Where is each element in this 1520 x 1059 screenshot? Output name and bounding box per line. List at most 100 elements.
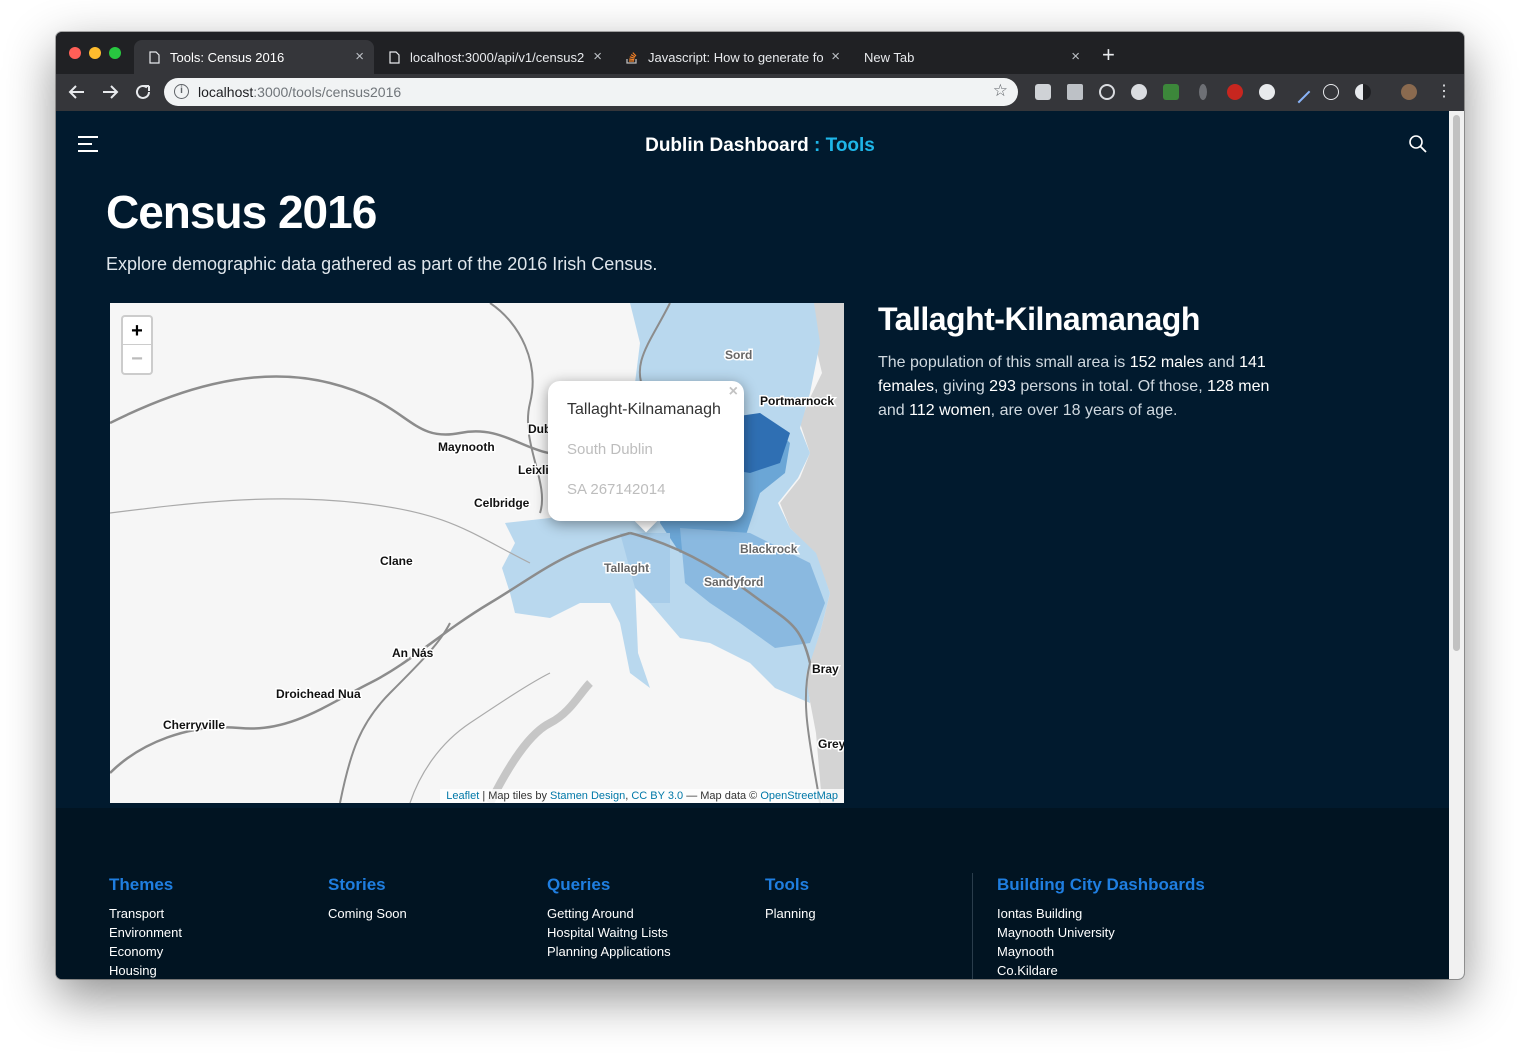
footer-link[interactable]: Planning: [765, 904, 816, 923]
footer-link[interactable]: Economy: [109, 942, 182, 961]
tab-title: Tools: Census 2016: [170, 49, 285, 65]
tab-javascript-question[interactable]: Javascript: How to generate fo ×: [612, 40, 850, 74]
map-label-maynooth: Maynooth: [438, 440, 495, 454]
extension-react-icon[interactable]: [1099, 84, 1115, 100]
tab-census-2016[interactable]: Tools: Census 2016 ×: [134, 40, 374, 74]
extension-adblock-icon[interactable]: [1227, 84, 1243, 100]
footer-heading[interactable]: Tools: [765, 875, 816, 895]
extension-pen-icon[interactable]: [1287, 80, 1311, 104]
search-icon[interactable]: [1408, 134, 1428, 154]
footer-link[interactable]: Coming Soon: [328, 904, 407, 923]
address-url[interactable]: localhost:3000/tools/census2016: [198, 84, 401, 100]
footer-col-building-city-dashboards: Building City Dashboards Iontas Building…: [997, 875, 1205, 979]
bookmark-star-icon[interactable]: ☆: [993, 81, 1008, 101]
footer-link[interactable]: Planning Applications: [547, 942, 671, 961]
extension-drive-icon[interactable]: [1067, 84, 1083, 100]
page-icon: [388, 50, 400, 64]
map-label-clane: Clane: [380, 554, 413, 568]
popup-area-name: Tallaght-Kilnamanagh: [567, 401, 721, 418]
close-tab-icon[interactable]: ×: [831, 48, 840, 65]
close-tab-icon[interactable]: ×: [1071, 48, 1080, 65]
footer-heading[interactable]: Building City Dashboards: [997, 875, 1205, 895]
tab-title: Javascript: How to generate fo: [648, 49, 823, 65]
map-label-portmarnock: Portmarnock: [760, 394, 834, 408]
footer-link[interactable]: Transport: [109, 904, 182, 923]
tab-title: New Tab: [864, 49, 915, 65]
tab-api-census[interactable]: localhost:3000/api/v1/census2 ×: [374, 40, 612, 74]
popup-close-icon[interactable]: ×: [729, 383, 738, 401]
footer-address-line: Co.Kildare: [997, 963, 1058, 978]
footer-heading[interactable]: Themes: [109, 875, 182, 895]
page-content: Dublin Dashboard : Tools Census 2016 Exp…: [56, 111, 1449, 979]
profile-avatar[interactable]: [1401, 84, 1417, 100]
site-footer: Themes Transport Environment Economy Hou…: [56, 808, 1449, 979]
footer-heading[interactable]: Queries: [547, 875, 671, 895]
forward-button[interactable]: [101, 80, 119, 107]
footer-divider: [972, 873, 973, 979]
map-label-celbridge: Celbridge: [474, 496, 530, 510]
new-tab-button[interactable]: +: [1102, 44, 1115, 66]
tab-new-tab[interactable]: New Tab ×: [850, 40, 1090, 74]
map-label-droichead-nua: Droichead Nua: [276, 687, 361, 701]
extension-white-circle-icon[interactable]: [1259, 84, 1275, 100]
extension-circle-icon[interactable]: [1131, 84, 1147, 100]
footer-col-themes: Themes Transport Environment Economy Hou…: [109, 875, 182, 979]
footer-link[interactable]: Getting Around: [547, 904, 671, 923]
footer-address-line: Maynooth University: [997, 925, 1115, 940]
area-title: Tallaght-Kilnamanagh: [878, 301, 1200, 337]
zoom-in-button[interactable]: +: [123, 317, 151, 345]
males-count: 152 males: [1129, 354, 1204, 371]
footer-address-line: Maynooth: [997, 944, 1055, 959]
address-bar[interactable]: i localhost:3000/tools/census2016 ☆: [164, 78, 1018, 106]
cc-license-link[interactable]: CC BY 3.0: [631, 790, 683, 802]
browser-menu-icon[interactable]: ⋮: [1436, 80, 1452, 104]
extension-dark-mode-icon[interactable]: [1355, 84, 1371, 100]
close-tab-icon[interactable]: ×: [593, 48, 602, 65]
extension-nodejs-icon[interactable]: [1163, 84, 1179, 100]
map-label-blackrock: Blackrock: [740, 542, 798, 556]
map-label-leixlip: Leixli: [518, 463, 549, 477]
page-icon: [148, 50, 160, 64]
map-label-an-nas: An Nás: [392, 646, 434, 660]
map-label-sandyford: Sandyford: [704, 575, 763, 589]
map-label-bray: Bray: [812, 662, 839, 676]
page-scrollbar[interactable]: [1449, 111, 1464, 979]
osm-link[interactable]: OpenStreetMap: [760, 790, 838, 802]
reload-button[interactable]: [134, 80, 152, 107]
persons-count: 293: [989, 378, 1016, 395]
minimize-window-button[interactable]: [89, 47, 101, 59]
stamen-link[interactable]: Stamen Design: [550, 790, 625, 802]
browser-window: Tools: Census 2016 × localhost:3000/api/…: [56, 32, 1464, 979]
tab-title: localhost:3000/api/v1/census2: [410, 49, 585, 65]
site-brand[interactable]: Dublin Dashboard : Tools: [56, 135, 1449, 157]
zoom-control: + −: [121, 315, 153, 375]
footer-link[interactable]: Environment: [109, 923, 182, 942]
area-description: The population of this small area is 152…: [878, 354, 1270, 419]
footer-col-queries: Queries Getting Around Hospital Waitng L…: [547, 875, 671, 961]
browser-toolbar: i localhost:3000/tools/census2016 ☆ ⋮: [56, 74, 1464, 111]
popup-sa-code: SA 267142014: [567, 481, 666, 498]
leaflet-link[interactable]: Leaflet: [446, 790, 479, 802]
extension-ring-icon[interactable]: [1323, 84, 1339, 100]
extension-dropper-icon[interactable]: [1199, 84, 1207, 100]
map-label-tallaght: Tallaght: [604, 561, 649, 575]
footer-link[interactable]: Housing: [109, 961, 182, 979]
footer-link[interactable]: Hospital Waitng Lists: [547, 923, 671, 942]
footer-col-stories: Stories Coming Soon: [328, 875, 407, 923]
census-map[interactable]: Sord Portmarnock Maynooth Dub Leixli Cel…: [110, 303, 844, 803]
close-tab-icon[interactable]: ×: [355, 48, 364, 65]
map-label-cherryville: Cherryville: [163, 718, 225, 732]
men-count: 128 men: [1207, 378, 1270, 395]
info-icon[interactable]: i: [174, 84, 189, 99]
extension-cube-icon[interactable]: [1035, 84, 1051, 100]
scrollbar-thumb[interactable]: [1453, 115, 1460, 651]
maximize-window-button[interactable]: [109, 47, 121, 59]
map-label-greystones: Grey: [818, 737, 844, 751]
close-window-button[interactable]: [69, 47, 81, 59]
tab-strip: Tools: Census 2016 × localhost:3000/api/…: [56, 32, 1464, 74]
popup-county: South Dublin: [567, 441, 653, 458]
map-tiles: Sord Portmarnock Maynooth Dub Leixli Cel…: [110, 303, 844, 803]
zoom-out-button[interactable]: −: [123, 345, 151, 373]
back-button[interactable]: [68, 80, 86, 107]
footer-heading[interactable]: Stories: [328, 875, 407, 895]
